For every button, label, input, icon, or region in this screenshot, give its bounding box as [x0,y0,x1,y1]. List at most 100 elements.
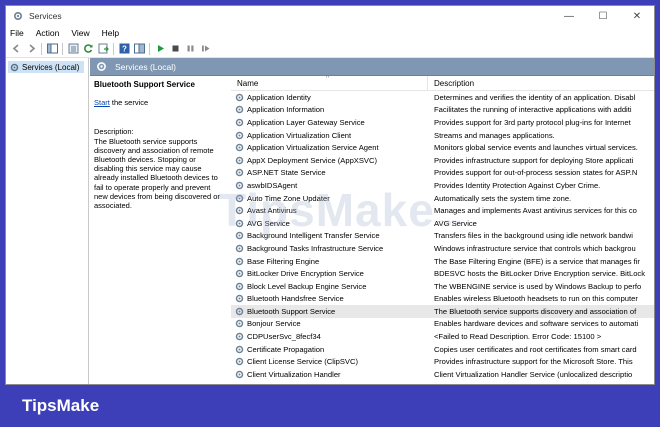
service-name: Application Virtualization Service Agent [247,143,379,153]
toolbar-separator [149,42,150,55]
start-line: Start the service [94,98,224,107]
service-name-cell: Base Filtering Engine [231,257,428,266]
minimize-button[interactable]: — [552,6,586,26]
service-name: Application Identity [247,92,311,102]
service-description: Client Virtualization Handler Service (u… [434,369,633,379]
service-name-cell: Application Virtualization Service Agent [231,143,428,152]
show-console-tree-icon[interactable] [46,43,58,55]
service-name-cell: Block Level Backup Engine Service [231,282,428,291]
pane-header: Services (Local) [90,58,654,76]
pane-title: Services (Local) [115,61,176,72]
column-header-name[interactable]: Name [231,76,428,90]
service-row[interactable]: Application Information Facilitates the r… [231,104,654,117]
service-row[interactable]: ASP.NET State Service Provides support fo… [231,167,654,180]
service-description: Provides infrastructure support for depl… [434,155,634,165]
column-header-description[interactable]: Description [428,76,654,90]
start-service-link[interactable]: Start [94,98,110,107]
service-name: AppX Deployment Service (AppXSVC) [247,155,377,165]
gear-icon [235,294,244,303]
gear-icon [235,269,244,278]
service-row[interactable]: Application Virtualization Service Agent… [231,141,654,154]
service-description: The Bluetooth service supports discovery… [434,306,637,316]
gear-icon [235,244,244,253]
service-name: Application Information [247,105,325,115]
service-row[interactable]: AppX Deployment Service (AppXSVC) Provide… [231,154,654,167]
close-button[interactable]: ✕ [620,6,654,26]
gear-icon [235,282,244,291]
menu-bar: File Action View Help [6,26,654,40]
help-icon[interactable]: ? [118,43,130,55]
service-name-cell: Bluetooth Handsfree Service [231,294,428,303]
service-row[interactable]: Block Level Backup Engine Service The WBE… [231,280,654,293]
service-row[interactable]: Client License Service (ClipSVC) Provides… [231,355,654,368]
service-row[interactable]: Base Filtering Engine The Base Filtering … [231,255,654,268]
service-description: Windows infrastructure service that cont… [434,243,636,253]
maximize-button[interactable]: ☐ [586,6,620,26]
column-headers: ^ Name Description [231,76,654,91]
svg-text:?: ? [122,45,127,54]
gear-icon [235,257,244,266]
view-icon[interactable] [133,43,145,55]
service-row[interactable]: CDPUserSvc_8fecf34 <Failed to Read Descri… [231,330,654,343]
service-name-cell: Application Layer Gateway Service [231,118,428,127]
watermark-suffix: .com [434,218,463,229]
service-name-cell: Client Virtualization Handler [231,370,428,379]
gear-icon [235,345,244,354]
stop-service-icon[interactable] [169,43,181,55]
description-label: Description: [94,127,134,137]
footer-brand: TipsMake [22,396,100,415]
service-row[interactable]: Certificate Propagation Copies user certi… [231,343,654,356]
service-name-cell: BitLocker Drive Encryption Service [231,269,428,278]
service-row[interactable]: Bluetooth Handsfree Service Enables wirel… [231,293,654,306]
menu-help[interactable]: Help [102,28,119,38]
refresh-icon[interactable] [82,43,94,55]
export-list-icon[interactable] [97,43,109,55]
restart-service-icon[interactable] [199,43,211,55]
service-description: The Base Filtering Engine (BFE) is a ser… [434,256,640,266]
service-name-cell: Application Identity [231,93,428,102]
service-name-cell: CDPUserSvc_8fecf34 [231,332,428,341]
tree-item-services-local[interactable]: Services (Local) [8,61,84,73]
title-bar[interactable]: Services — ☐ ✕ [6,6,654,26]
service-row[interactable]: BitLocker Drive Encryption Service BDESVC… [231,267,654,280]
service-name: Base Filtering Engine [247,256,320,266]
service-name: Block Level Backup Engine Service [247,281,367,291]
service-description: Provides support for out-of-process sess… [434,168,638,178]
toolbar-separator [41,42,42,55]
service-row[interactable]: Client Virtualization Handler Client Virt… [231,368,654,381]
gear-icon [10,63,19,72]
menu-action[interactable]: Action [36,28,60,38]
gear-icon [235,118,244,127]
gear-icon [235,168,244,177]
service-row[interactable]: Bluetooth Support Service The Bluetooth s… [231,305,654,318]
gear-icon [96,61,107,72]
properties-icon[interactable] [67,43,79,55]
service-name-cell: Bonjour Service [231,319,428,328]
service-row[interactable]: Bonjour Service Enables hardware devices … [231,318,654,331]
menu-file[interactable]: File [10,28,24,38]
service-name: Bluetooth Handsfree Service [247,294,344,304]
back-icon[interactable] [10,43,22,55]
sort-ascending-icon: ^ [326,76,330,82]
start-suffix: the service [109,98,149,108]
service-row[interactable]: Application Layer Gateway Service Provide… [231,116,654,129]
service-name: Certificate Propagation [247,344,325,354]
menu-view[interactable]: View [71,28,89,38]
gear-icon [235,156,244,165]
service-name-cell: AppX Deployment Service (AppXSVC) [231,156,428,165]
gear-icon [235,143,244,152]
service-description: Monitors global service events and launc… [434,143,638,153]
gear-icon [235,307,244,316]
service-row[interactable]: Application Virtualization Client Streams… [231,129,654,142]
console-tree: Services (Local) [6,58,89,384]
service-name: CDPUserSvc_8fecf34 [247,332,321,342]
service-name: Client Virtualization Handler [247,369,341,379]
pause-service-icon[interactable] [184,43,196,55]
start-service-icon[interactable] [154,43,166,55]
gear-icon [235,370,244,379]
service-row[interactable]: Background Tasks Infrastructure Service W… [231,242,654,255]
service-row[interactable]: Application Identity Determines and verif… [231,91,654,104]
description-text: The Bluetooth service supports discovery… [94,136,220,211]
service-name: Client License Service (ClipSVC) [247,357,358,367]
forward-icon[interactable] [25,43,37,55]
